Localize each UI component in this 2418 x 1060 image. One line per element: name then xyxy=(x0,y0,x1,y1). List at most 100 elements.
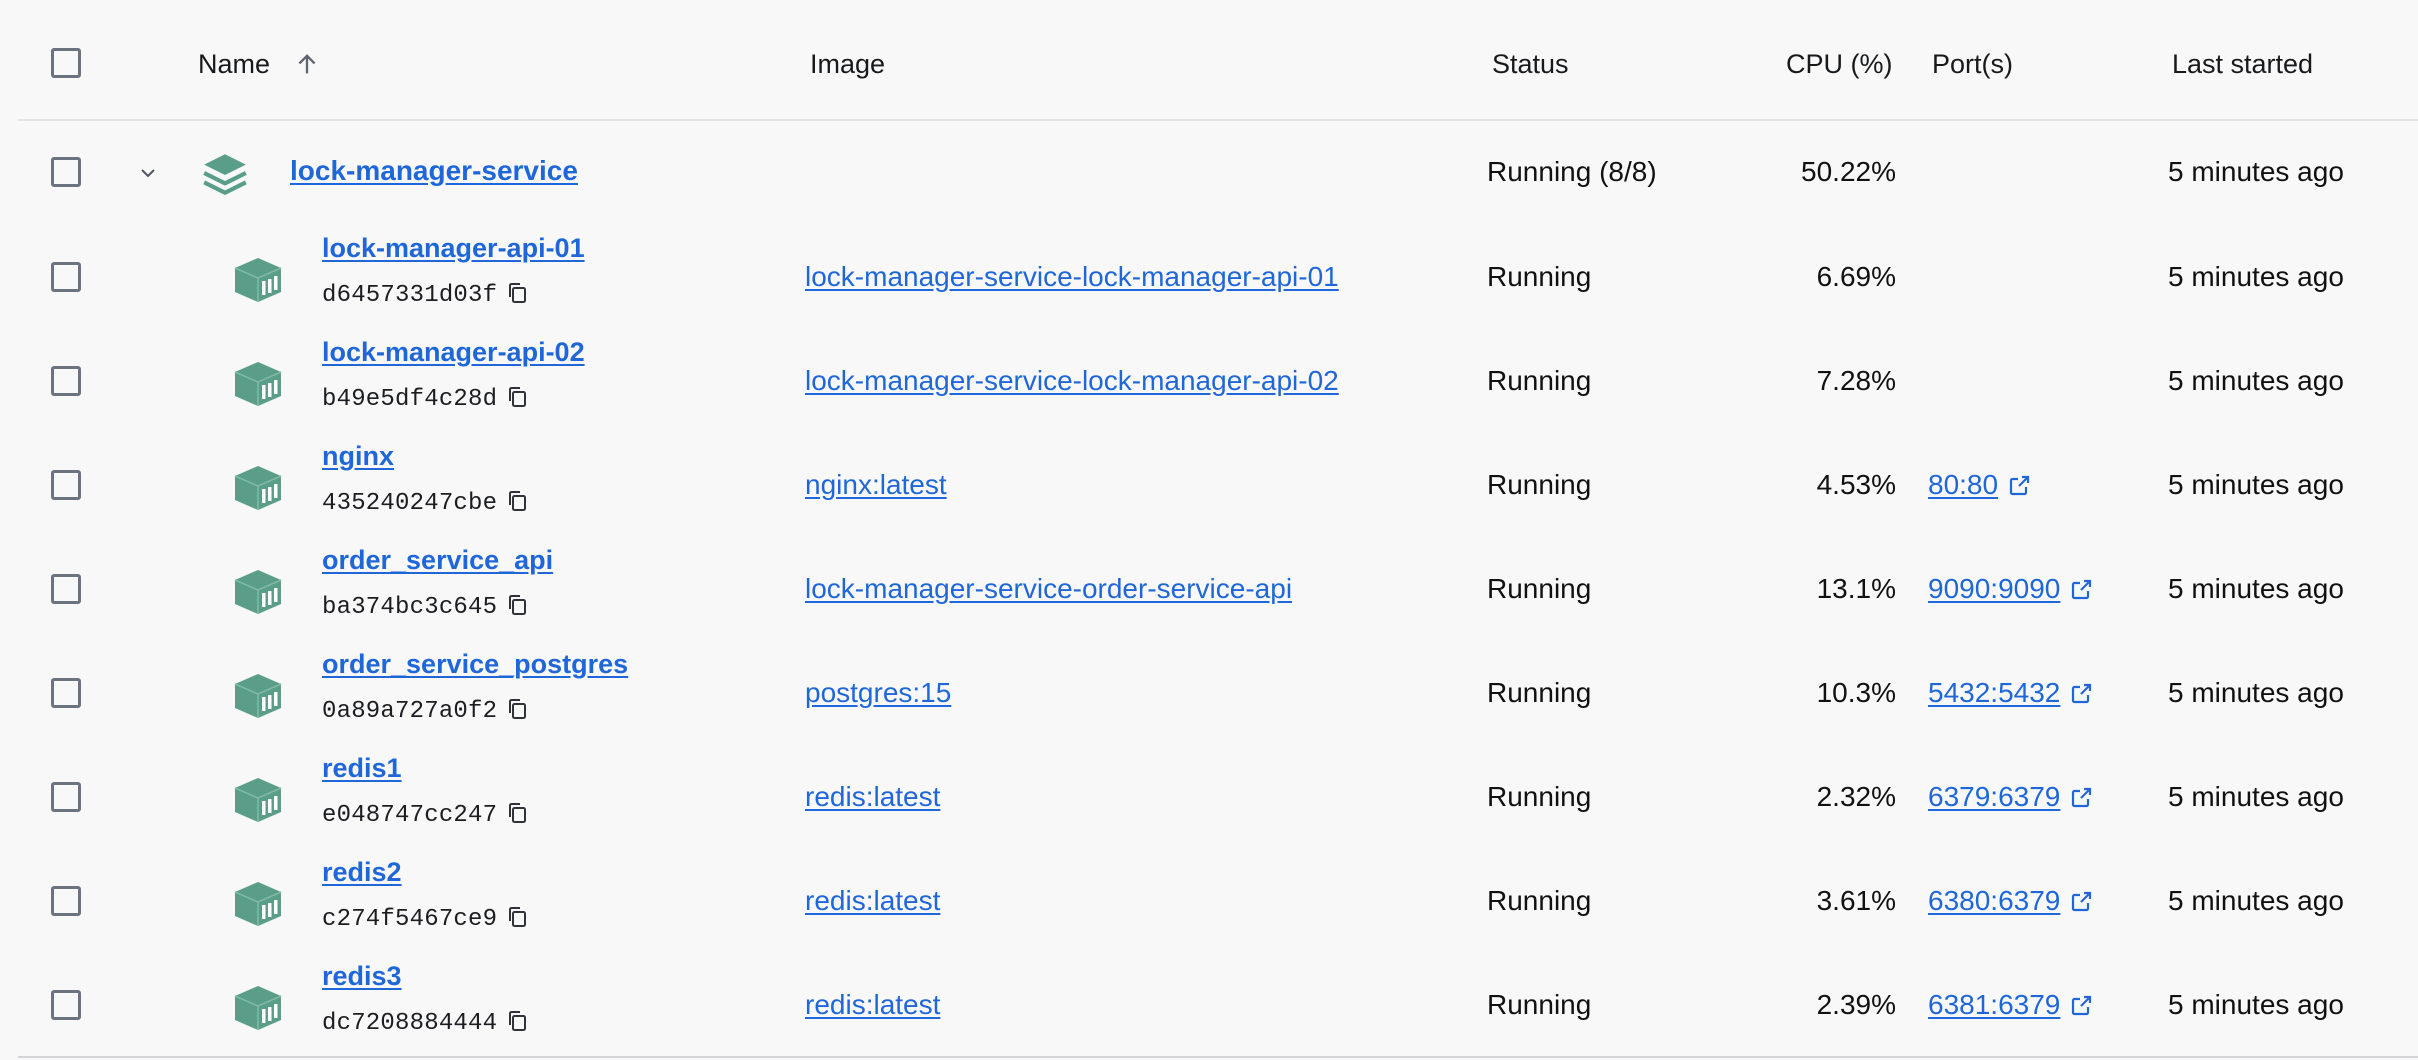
container-cube-icon xyxy=(234,882,282,926)
external-link-icon[interactable] xyxy=(2070,993,2094,1017)
container-cube-icon xyxy=(234,362,282,406)
container-checkbox[interactable] xyxy=(51,366,81,396)
port-link[interactable]: 5432:5432 xyxy=(1928,677,2060,709)
chevron-down-icon[interactable] xyxy=(136,161,160,185)
group-cpu: 50.22% xyxy=(1801,156,1896,187)
container-row[interactable]: lock-manager-api-01 d6457331d03f lock-ma… xyxy=(0,225,2418,329)
external-link-icon[interactable] xyxy=(2070,577,2094,601)
arrow-up-icon[interactable] xyxy=(293,50,321,78)
container-status: Running xyxy=(1487,677,1592,708)
containers-table: Name Image Status CPU (%) Port(s) Last s… xyxy=(0,0,2418,1060)
container-checkbox[interactable] xyxy=(51,574,81,604)
container-checkbox[interactable] xyxy=(51,782,81,812)
container-row[interactable]: lock-manager-api-02 b49e5df4c28d lock-ma… xyxy=(0,329,2418,433)
external-link-icon[interactable] xyxy=(2070,681,2094,705)
container-row[interactable]: order_service_postgres 0a89a727a0f2 post… xyxy=(0,641,2418,745)
container-name-link[interactable]: lock-manager-api-02 xyxy=(322,337,585,368)
container-image-link[interactable]: nginx:latest xyxy=(805,469,947,501)
container-name-link[interactable]: redis1 xyxy=(322,753,402,784)
container-last-started: 5 minutes ago xyxy=(2168,469,2344,500)
port-link[interactable]: 80:80 xyxy=(1928,469,1998,501)
layers-icon xyxy=(203,154,247,195)
container-image-link[interactable]: redis:latest xyxy=(805,781,940,813)
copy-icon[interactable] xyxy=(506,385,528,409)
port-link[interactable]: 9090:9090 xyxy=(1928,573,2060,605)
container-status: Running xyxy=(1487,365,1592,396)
container-row[interactable]: redis2 c274f5467ce9 redis:latest Running… xyxy=(0,849,2418,953)
copy-icon[interactable] xyxy=(506,801,528,825)
container-name-link[interactable]: nginx xyxy=(322,441,394,472)
container-checkbox[interactable] xyxy=(51,886,81,916)
container-id: dc7208884444 xyxy=(322,1010,498,1037)
container-name-link[interactable]: redis3 xyxy=(322,961,402,992)
port-link[interactable]: 6379:6379 xyxy=(1928,781,2060,813)
column-header-ports[interactable]: Port(s) xyxy=(1932,46,2013,82)
container-name-link[interactable]: lock-manager-api-01 xyxy=(322,233,585,264)
container-id: 0a89a727a0f2 xyxy=(322,698,498,725)
group-name-link[interactable]: lock-manager-service xyxy=(290,155,578,187)
container-status: Running xyxy=(1487,885,1592,916)
select-all-checkbox[interactable] xyxy=(51,48,81,78)
container-cube-icon xyxy=(234,466,282,510)
container-port: 6379:6379 xyxy=(1928,781,2094,813)
container-last-started: 5 minutes ago xyxy=(2168,677,2344,708)
column-header-image[interactable]: Image xyxy=(810,46,885,82)
column-header-last-started[interactable]: Last started xyxy=(2172,46,2313,82)
copy-icon[interactable] xyxy=(506,905,528,929)
container-cpu: 2.32% xyxy=(1816,781,1896,812)
container-row[interactable]: redis1 e048747cc247 redis:latest Running… xyxy=(0,745,2418,849)
container-last-started: 5 minutes ago xyxy=(2168,885,2344,916)
container-checkbox[interactable] xyxy=(51,262,81,292)
container-image-link[interactable]: redis:latest xyxy=(805,885,940,917)
container-id: ba374bc3c645 xyxy=(322,594,498,621)
copy-icon[interactable] xyxy=(506,281,528,305)
container-name-link[interactable]: order_service_api xyxy=(322,545,553,576)
container-cube-icon xyxy=(234,258,282,302)
column-header-cpu[interactable]: CPU (%) xyxy=(1786,46,1893,82)
container-name-link[interactable]: order_service_postgres xyxy=(322,649,628,680)
container-status: Running xyxy=(1487,261,1592,292)
container-last-started: 5 minutes ago xyxy=(2168,365,2344,396)
container-cube-icon xyxy=(234,570,282,614)
container-cpu: 7.28% xyxy=(1816,365,1896,396)
container-image-link[interactable]: redis:latest xyxy=(805,989,940,1021)
container-row[interactable]: order_service_api ba374bc3c645 lock-mana… xyxy=(0,537,2418,641)
group-last-started: 5 minutes ago xyxy=(2168,156,2344,187)
container-port: 80:80 xyxy=(1928,469,2032,501)
container-row[interactable]: redis3 dc7208884444 redis:latest Running… xyxy=(0,953,2418,1057)
container-image-link[interactable]: lock-manager-service-lock-manager-api-01 xyxy=(805,261,1339,293)
container-image-link[interactable]: lock-manager-service-order-service-api xyxy=(805,573,1292,605)
container-checkbox[interactable] xyxy=(51,990,81,1020)
container-checkbox[interactable] xyxy=(51,470,81,500)
external-link-icon[interactable] xyxy=(2008,473,2032,497)
column-header-status[interactable]: Status xyxy=(1492,46,1569,82)
copy-icon[interactable] xyxy=(506,697,528,721)
port-link[interactable]: 6381:6379 xyxy=(1928,989,2060,1021)
container-row[interactable]: nginx 435240247cbe nginx:latest Running … xyxy=(0,433,2418,537)
container-cpu: 13.1% xyxy=(1816,573,1896,604)
container-id: d6457331d03f xyxy=(322,282,498,309)
container-port: 6380:6379 xyxy=(1928,885,2094,917)
container-checkbox[interactable] xyxy=(51,678,81,708)
container-image-link[interactable]: postgres:15 xyxy=(805,677,951,709)
copy-icon[interactable] xyxy=(506,489,528,513)
container-status: Running xyxy=(1487,781,1592,812)
container-name-link[interactable]: redis2 xyxy=(322,857,402,888)
container-id: 435240247cbe xyxy=(322,490,498,517)
container-cpu: 3.61% xyxy=(1816,885,1896,916)
external-link-icon[interactable] xyxy=(2070,889,2094,913)
container-cube-icon xyxy=(234,986,282,1030)
external-link-icon[interactable] xyxy=(2070,785,2094,809)
container-cpu: 6.69% xyxy=(1816,261,1896,292)
group-row[interactable]: lock-manager-service Running (8/8) 50.22… xyxy=(0,121,2418,225)
column-header-name[interactable]: Name xyxy=(198,46,270,82)
group-checkbox[interactable] xyxy=(51,157,81,187)
container-cube-icon xyxy=(234,778,282,822)
container-id: b49e5df4c28d xyxy=(322,386,498,413)
copy-icon[interactable] xyxy=(506,1009,528,1033)
container-image-link[interactable]: lock-manager-service-lock-manager-api-02 xyxy=(805,365,1339,397)
port-link[interactable]: 6380:6379 xyxy=(1928,885,2060,917)
container-cube-icon xyxy=(234,674,282,718)
table-bottom-border xyxy=(18,1056,2418,1058)
copy-icon[interactable] xyxy=(506,593,528,617)
